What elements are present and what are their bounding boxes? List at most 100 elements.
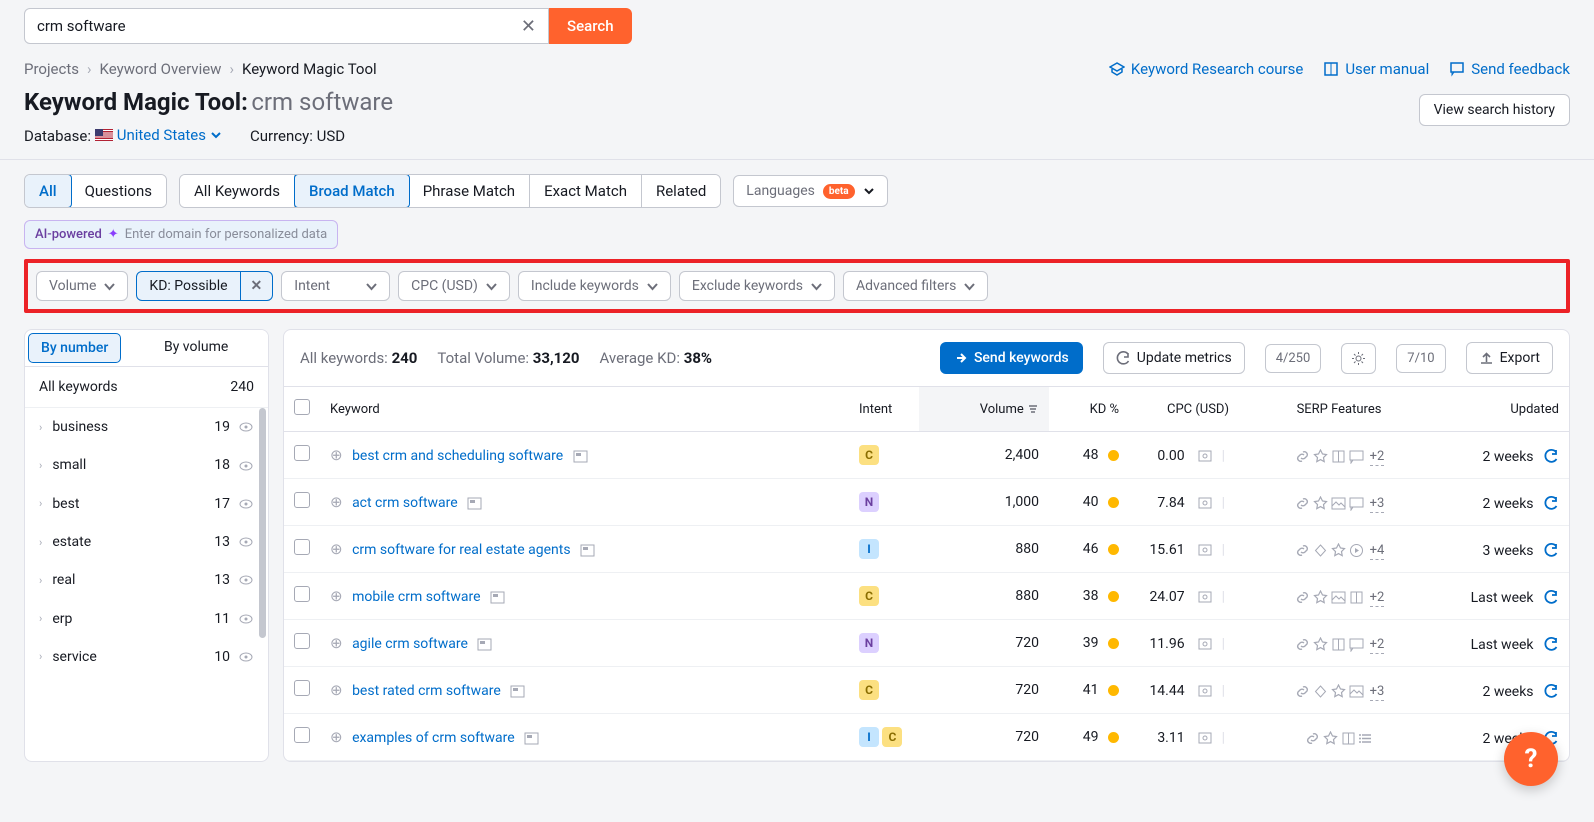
clear-icon[interactable]: ✕ bbox=[521, 16, 536, 37]
send-keywords-button[interactable]: Send keywords bbox=[940, 342, 1083, 374]
col-cpc[interactable]: CPC (USD) bbox=[1129, 387, 1239, 432]
ai-domain-input[interactable]: AI-powered ✦ Enter domain for personaliz… bbox=[24, 220, 338, 249]
add-icon[interactable]: ⊕ bbox=[330, 587, 343, 605]
serp-snapshot-icon[interactable] bbox=[524, 730, 539, 746]
eye-icon[interactable] bbox=[238, 534, 254, 550]
tab-broad-match[interactable]: Broad Match bbox=[294, 174, 410, 208]
select-all-checkbox[interactable] bbox=[294, 399, 310, 415]
magnify-icon[interactable] bbox=[1196, 493, 1214, 511]
magnify-icon[interactable] bbox=[1196, 587, 1214, 605]
row-checkbox[interactable] bbox=[294, 633, 310, 649]
eye-icon[interactable] bbox=[238, 457, 254, 473]
tab-phrase-match[interactable]: Phrase Match bbox=[409, 175, 530, 207]
serp-snapshot-icon[interactable] bbox=[490, 589, 505, 605]
link-manual[interactable]: User manual bbox=[1323, 60, 1429, 78]
help-fab[interactable]: ? bbox=[1504, 732, 1558, 786]
serp-more[interactable]: +2 bbox=[1370, 590, 1385, 607]
keyword-link[interactable]: crm software for real estate agents bbox=[352, 542, 570, 558]
eye-icon[interactable] bbox=[238, 649, 254, 665]
sidebar-item[interactable]: › best 17 bbox=[25, 485, 268, 523]
filter-exclude[interactable]: Exclude keywords bbox=[679, 271, 835, 301]
link-course[interactable]: Keyword Research course bbox=[1109, 60, 1303, 78]
add-icon[interactable]: ⊕ bbox=[330, 493, 343, 511]
settings-button[interactable] bbox=[1341, 343, 1376, 374]
col-keyword[interactable]: Keyword bbox=[320, 387, 849, 432]
tab-questions[interactable]: Questions bbox=[71, 175, 166, 207]
sidebar-item[interactable]: › small 18 bbox=[25, 446, 268, 484]
add-icon[interactable]: ⊕ bbox=[330, 634, 343, 652]
languages-dropdown[interactable]: Languages beta bbox=[733, 175, 887, 207]
col-updated[interactable]: Updated bbox=[1439, 387, 1569, 432]
export-button[interactable]: Export bbox=[1466, 342, 1553, 374]
serp-more[interactable]: +3 bbox=[1370, 496, 1385, 513]
eye-icon[interactable] bbox=[238, 419, 254, 435]
keyword-link[interactable]: best rated crm software bbox=[352, 683, 501, 699]
link-feedback[interactable]: Send feedback bbox=[1449, 60, 1570, 78]
serp-more[interactable]: +2 bbox=[1370, 449, 1385, 466]
keyword-link[interactable]: act crm software bbox=[352, 495, 458, 511]
filter-advanced[interactable]: Advanced filters bbox=[843, 271, 988, 301]
breadcrumb-projects[interactable]: Projects bbox=[24, 60, 79, 78]
add-icon[interactable]: ⊕ bbox=[330, 540, 343, 558]
sidebar-item[interactable]: › erp 11 bbox=[25, 599, 268, 637]
magnify-icon[interactable] bbox=[1196, 634, 1214, 652]
add-icon[interactable]: ⊕ bbox=[330, 681, 343, 699]
col-intent[interactable]: Intent bbox=[849, 387, 919, 432]
tab-related[interactable]: Related bbox=[642, 175, 720, 207]
row-checkbox[interactable] bbox=[294, 539, 310, 555]
sidebar-tab-by-volume[interactable]: By volume bbox=[124, 330, 268, 366]
sidebar-item[interactable]: › service 10 bbox=[25, 638, 268, 676]
filter-kd[interactable]: KD: Possible bbox=[136, 271, 240, 301]
keyword-link[interactable]: agile crm software bbox=[352, 636, 468, 652]
serp-snapshot-icon[interactable] bbox=[467, 495, 482, 511]
eye-icon[interactable] bbox=[238, 572, 254, 588]
add-icon[interactable]: ⊕ bbox=[330, 728, 343, 746]
refresh-row-icon[interactable] bbox=[1543, 446, 1559, 465]
keyword-link[interactable]: best crm and scheduling software bbox=[352, 448, 563, 464]
row-checkbox[interactable] bbox=[294, 492, 310, 508]
tab-all[interactable]: All bbox=[24, 174, 72, 208]
magnify-icon[interactable] bbox=[1196, 540, 1214, 558]
refresh-row-icon[interactable] bbox=[1543, 493, 1559, 512]
serp-more[interactable]: +4 bbox=[1370, 543, 1385, 560]
sidebar-item[interactable]: › estate 13 bbox=[25, 523, 268, 561]
refresh-row-icon[interactable] bbox=[1543, 540, 1559, 559]
scrollbar[interactable] bbox=[259, 408, 266, 638]
refresh-row-icon[interactable] bbox=[1543, 587, 1559, 606]
row-checkbox[interactable] bbox=[294, 680, 310, 696]
eye-icon[interactable] bbox=[238, 610, 254, 626]
col-volume[interactable]: Volume bbox=[919, 387, 1049, 432]
add-icon[interactable]: ⊕ bbox=[330, 446, 343, 464]
col-kd[interactable]: KD % bbox=[1049, 387, 1129, 432]
serp-more[interactable]: +3 bbox=[1370, 684, 1385, 701]
breadcrumb-overview[interactable]: Keyword Overview bbox=[100, 60, 222, 78]
magnify-icon[interactable] bbox=[1196, 728, 1214, 746]
tab-exact-match[interactable]: Exact Match bbox=[530, 175, 642, 207]
serp-more[interactable]: +2 bbox=[1370, 637, 1385, 654]
row-checkbox[interactable] bbox=[294, 727, 310, 743]
serp-snapshot-icon[interactable] bbox=[580, 542, 595, 558]
serp-snapshot-icon[interactable] bbox=[573, 448, 588, 464]
filter-cpc[interactable]: CPC (USD) bbox=[398, 271, 510, 301]
search-button[interactable]: Search bbox=[549, 8, 632, 44]
magnify-icon[interactable] bbox=[1196, 681, 1214, 699]
view-history-button[interactable]: View search history bbox=[1419, 94, 1570, 126]
row-checkbox[interactable] bbox=[294, 586, 310, 602]
search-input[interactable] bbox=[37, 17, 521, 35]
tab-all-keywords[interactable]: All Keywords bbox=[180, 175, 295, 207]
database-select[interactable]: United States bbox=[95, 126, 222, 144]
update-metrics-button[interactable]: Update metrics bbox=[1103, 342, 1245, 374]
sidebar-tab-by-number[interactable]: By number bbox=[28, 333, 121, 363]
sidebar-item[interactable]: › business 19 bbox=[25, 408, 268, 446]
serp-snapshot-icon[interactable] bbox=[477, 636, 492, 652]
row-checkbox[interactable] bbox=[294, 445, 310, 461]
serp-snapshot-icon[interactable] bbox=[510, 683, 525, 699]
eye-icon[interactable] bbox=[238, 496, 254, 512]
filter-intent[interactable]: Intent bbox=[281, 271, 390, 301]
filter-include[interactable]: Include keywords bbox=[518, 271, 671, 301]
col-serp[interactable]: SERP Features bbox=[1239, 387, 1439, 432]
refresh-row-icon[interactable] bbox=[1543, 634, 1559, 653]
filter-volume[interactable]: Volume bbox=[36, 271, 128, 301]
refresh-row-icon[interactable] bbox=[1543, 681, 1559, 700]
sidebar-item[interactable]: › real 13 bbox=[25, 561, 268, 599]
